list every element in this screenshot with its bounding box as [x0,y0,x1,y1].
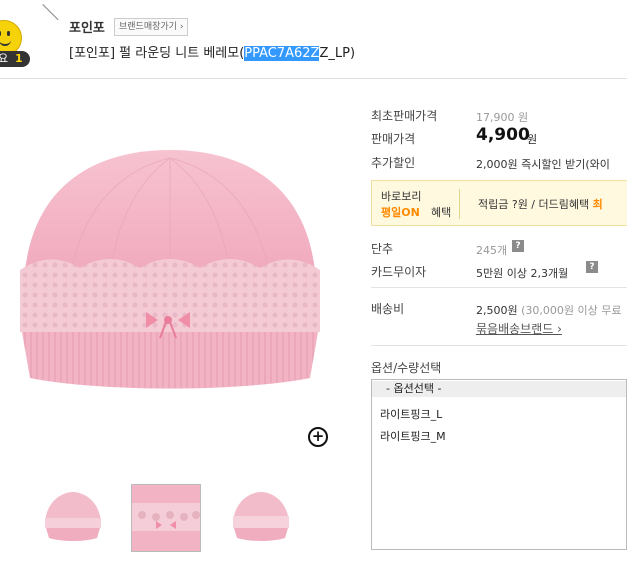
option-placeholder[interactable]: - 옵션선택 - [372,381,626,397]
title-highlight: PPAC7A62Z [244,46,320,61]
promo-benefit-text: 적립금 ?원 / 더드림혜택 최 [478,196,603,212]
card-label: 카드무이자 [371,265,427,279]
title-suffix: Z_LP) [319,46,356,61]
header-divider [0,78,627,79]
shipping-value: 2,500원 (30,000원 이상 무료 [476,302,622,318]
thumbnail-1[interactable] [39,484,107,550]
promo-benefit-main: 적립금 ?원 / 더드림혜택 [478,198,590,211]
price-unit: 원 [527,133,538,146]
extra-discount-label: 추가할인 [371,156,416,170]
unit-label: 단추 [371,242,394,256]
title-prefix: [포인포] 펄 라운딩 니트 베레모( [69,46,245,61]
option-label: 옵션/수량선택 [371,361,442,375]
thumbnail-3[interactable] [227,484,295,550]
info-divider [371,345,627,346]
first-price-value: 17,900 원 [476,111,529,124]
unit-value: 245개 [476,244,508,257]
option-listbox[interactable] [371,379,627,550]
brand-shop-button[interactable]: 브랜드매장가기 › [114,18,189,36]
rank-badge-label: 요 [0,52,9,65]
help-icon[interactable]: ? [586,261,598,273]
bundle-brand-link[interactable]: 묶음배송브랜드 › [476,320,562,337]
thumbnail-2[interactable] [131,484,201,552]
first-price-label: 최초판매가격 [371,109,438,123]
promo-banner[interactable]: 바로보리 평일ON 혜택 적립금 ?원 / 더드림혜택 최 [371,180,627,226]
shipping-fee: 2,500원 [476,304,518,317]
option-item[interactable]: 라이트핑크_L [380,406,442,422]
zoom-in-icon[interactable]: + [308,427,328,447]
price-label: 판매가격 [371,132,416,146]
brand-name[interactable]: 포인포 [69,17,105,36]
product-title: [포인포] 펄 라운딩 니트 베레모(PPAC7A62ZZ_LP) [69,42,355,61]
promo-weekday-on: 평일ON [381,206,420,219]
rank-badge: 요 1 [0,51,30,67]
card-value: 5만원 이상 2,3개월 [476,267,569,280]
promo-benefit-orange: 최 [592,198,603,211]
shipping-label: 배송비 [371,302,405,316]
shipping-note: (30,000원 이상 무료 [521,304,622,317]
promo-line1: 바로보리 [381,190,422,203]
promo-divider [459,189,460,219]
help-icon[interactable]: ? [512,240,524,252]
info-divider [371,287,627,288]
option-item[interactable]: 라이트핑크_M [380,428,446,444]
divider-line [42,4,59,21]
extra-discount-link[interactable]: 2,000원 즉시할인 받기(와이 [476,156,610,172]
price-value: 4,900 [476,125,530,145]
promo-benefit-word: 혜택 [431,206,452,219]
option-placeholder-text: - 옵션선택 - [386,382,442,395]
product-image[interactable] [10,110,330,430]
rank-badge-number: 1 [15,52,23,65]
